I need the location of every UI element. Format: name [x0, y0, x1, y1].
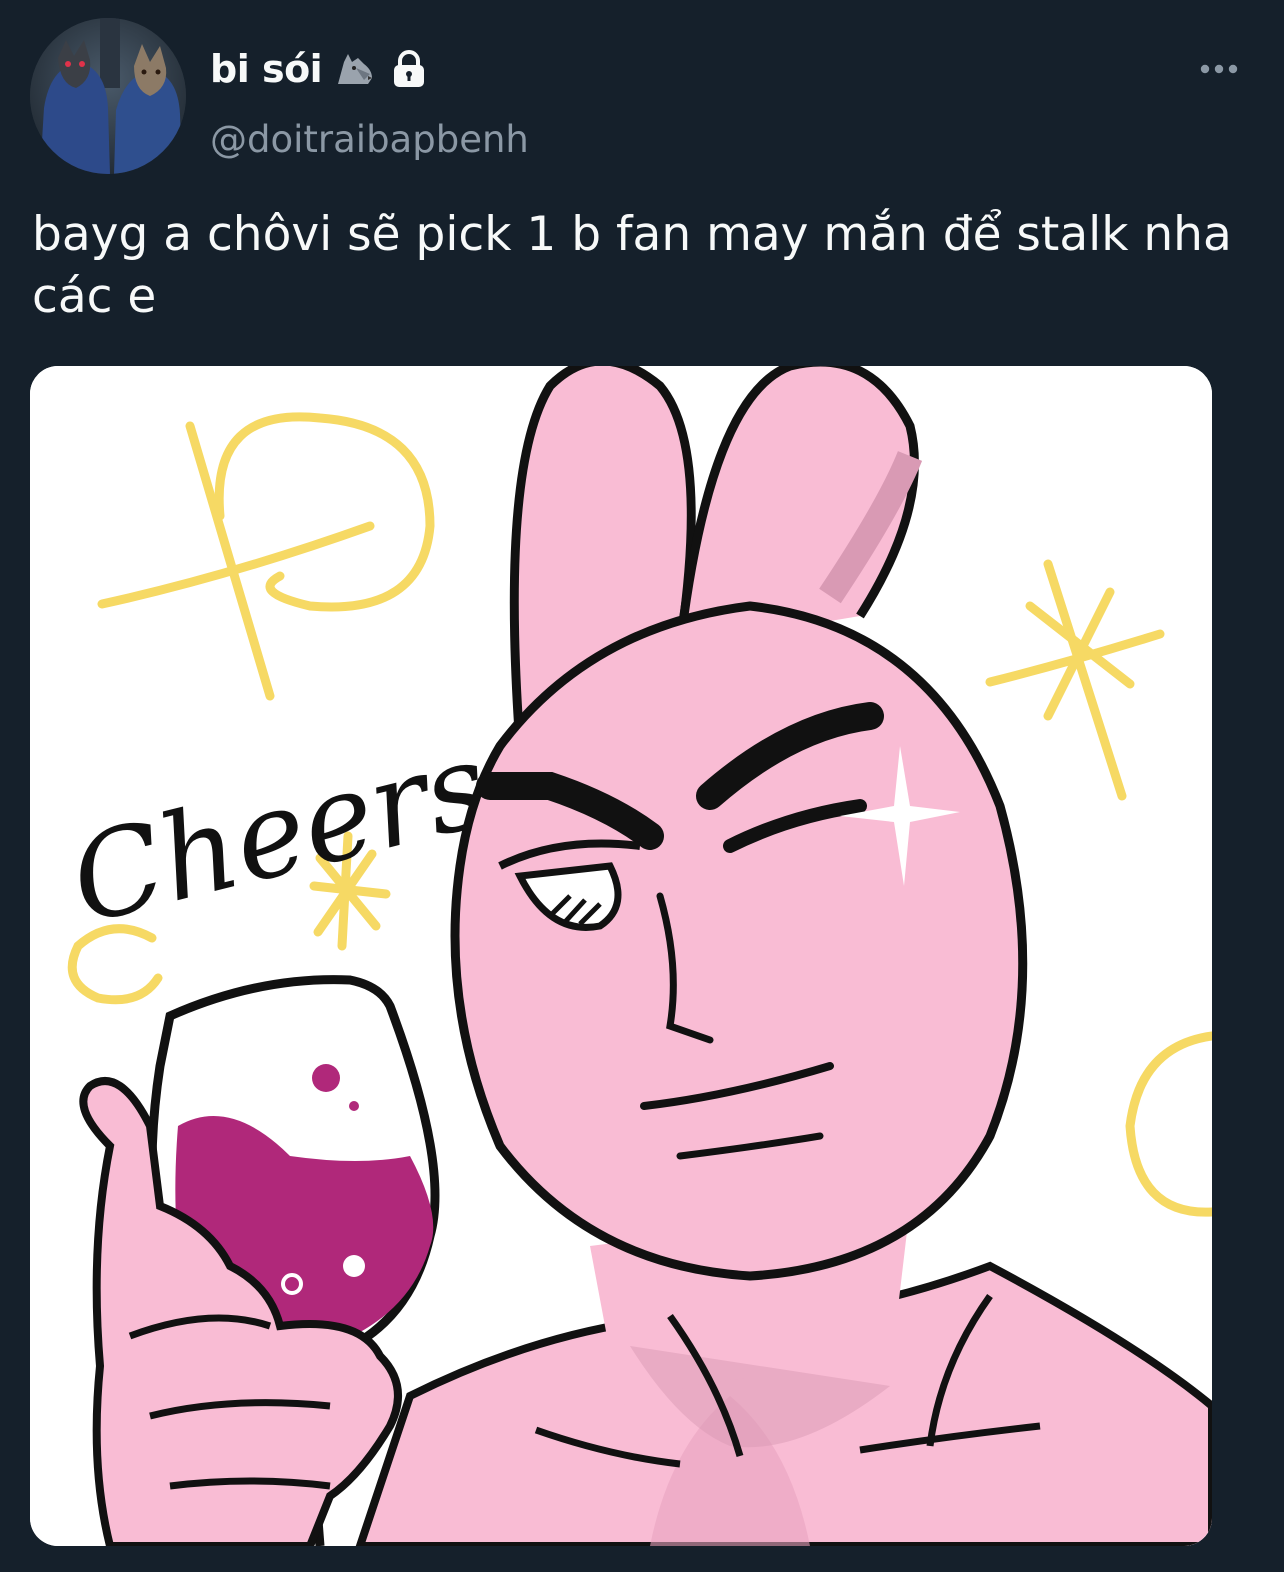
lock-icon: [388, 48, 430, 90]
display-name-row: bi sói: [210, 42, 430, 96]
tweet-text: bayg a chôvi sẽ pick 1 b fan may mắn để …: [32, 207, 1232, 324]
author-handle[interactable]: @doitraibapbenh: [210, 118, 529, 161]
wolf-emoji-icon: [334, 48, 376, 90]
more-options-button[interactable]: [1194, 52, 1244, 86]
tweet-view: bi sói @doitraibapbenh bayg a chôvi sẽ p…: [0, 0, 1284, 1572]
more-horizontal-icon: [1200, 64, 1238, 74]
avatar[interactable]: [30, 18, 186, 174]
display-name[interactable]: bi sói: [210, 47, 323, 91]
tweet-image[interactable]: Cheers: [30, 366, 1212, 1546]
